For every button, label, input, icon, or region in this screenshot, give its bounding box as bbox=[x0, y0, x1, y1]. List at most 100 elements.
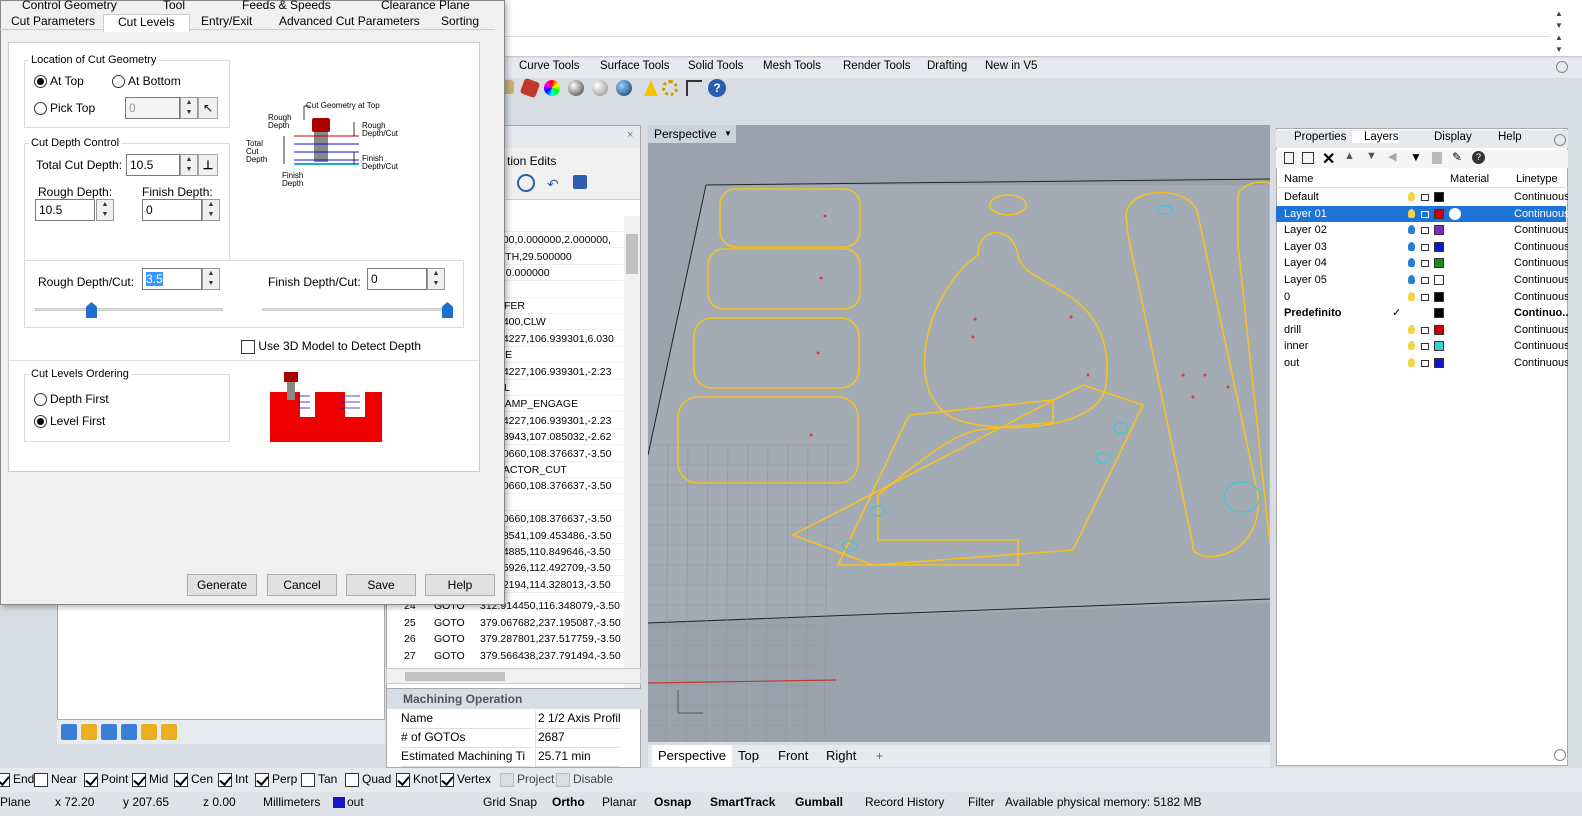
material-swatch[interactable] bbox=[1449, 207, 1461, 220]
osnap-checkbox[interactable] bbox=[345, 772, 359, 787]
ops-line[interactable]: 04227,106.939301,-2.23 bbox=[497, 413, 623, 429]
layer-row[interactable]: Layer 05 Continuous bbox=[1276, 272, 1568, 289]
status-grid-snap[interactable]: Grid Snap bbox=[483, 795, 537, 809]
osnap-checkbox[interactable] bbox=[174, 772, 188, 787]
light-icon[interactable] bbox=[644, 80, 658, 96]
status-ortho[interactable]: Ortho bbox=[552, 795, 585, 809]
bulb-icon[interactable] bbox=[1408, 225, 1415, 235]
layer-row[interactable]: 0 Continuous bbox=[1276, 289, 1568, 306]
dimension-icon[interactable] bbox=[686, 80, 702, 96]
at-bottom-radio[interactable]: At Bottom bbox=[112, 74, 181, 89]
use-3d-model-checkbox[interactable]: Use 3D Model to Detect Depth bbox=[241, 339, 421, 354]
ops-line[interactable]: 04227,106.939301,6.030 bbox=[497, 331, 623, 347]
bulb-icon[interactable] bbox=[1408, 358, 1415, 367]
toolbar-tab-new-in-v5[interactable]: New in V5 bbox=[985, 60, 1037, 77]
tab-control-geometry[interactable]: Control Geometry bbox=[22, 0, 117, 12]
chevron-down-icon[interactable]: ▼ bbox=[724, 125, 732, 143]
layer-row[interactable]: Layer 04 Continuous bbox=[1276, 255, 1568, 272]
bulb-icon[interactable] bbox=[1408, 258, 1415, 268]
pick-top-radio[interactable]: Pick Top bbox=[34, 101, 95, 116]
help-icon[interactable]: ? bbox=[1472, 151, 1485, 164]
layer-row[interactable]: out Continuous bbox=[1276, 355, 1568, 372]
toolbar-tab-mesh-tools[interactable]: Mesh Tools bbox=[763, 60, 821, 77]
toolbar-tab-surface-tools[interactable]: Surface Tools bbox=[600, 60, 669, 77]
command-input[interactable] bbox=[500, 36, 1550, 56]
delete-icon[interactable]: ✕ bbox=[1322, 149, 1335, 169]
material-icon[interactable] bbox=[519, 77, 541, 99]
lock-icon[interactable] bbox=[1421, 343, 1429, 351]
osnap-perp[interactable]: Perp bbox=[255, 772, 297, 787]
goto-row-value[interactable]: 379.287801,237.517759,-3.50 bbox=[480, 633, 622, 645]
status-osnap[interactable]: Osnap bbox=[654, 795, 691, 809]
layer-row[interactable]: Default Continuous bbox=[1276, 189, 1568, 206]
col-name[interactable]: Name bbox=[1284, 173, 1313, 185]
status-units[interactable]: Millimeters bbox=[263, 795, 320, 809]
sphere-render-icon[interactable] bbox=[568, 80, 584, 96]
osnap-point[interactable]: Point bbox=[84, 772, 128, 787]
osnap-checkbox[interactable] bbox=[34, 772, 48, 787]
osnap-checkbox[interactable] bbox=[301, 772, 315, 787]
viewport[interactable]: Perspective ▼ bbox=[648, 125, 1270, 742]
lock-icon[interactable] bbox=[1421, 326, 1429, 334]
finish-cut-slider[interactable] bbox=[262, 301, 453, 319]
help-icon[interactable]: ? bbox=[708, 79, 726, 97]
layer-color-swatch[interactable] bbox=[1434, 208, 1444, 219]
finish-depth-cut-stepper[interactable]: ▲ ▼ bbox=[427, 268, 445, 290]
tab-sorting[interactable]: Sorting bbox=[441, 14, 479, 28]
tab-tool[interactable]: Tool bbox=[163, 0, 185, 12]
layer-row[interactable]: Layer 03 Continuous bbox=[1276, 239, 1568, 256]
property-value[interactable]: 2 1/2 Axis Profil bbox=[535, 711, 620, 729]
radio-at-bottom[interactable] bbox=[112, 75, 125, 89]
layers-resize-icon[interactable] bbox=[1554, 749, 1566, 761]
layers-settings-icon[interactable] bbox=[1554, 134, 1566, 146]
osnap-cen[interactable]: Cen bbox=[174, 772, 213, 787]
rough-depth-cut-input[interactable]: 3.5 bbox=[142, 268, 202, 290]
toolbar-settings-icon[interactable] bbox=[1556, 61, 1568, 73]
status-record-history[interactable]: Record History bbox=[865, 795, 944, 809]
plugin-tool-icon[interactable] bbox=[81, 724, 97, 740]
gear-icon[interactable] bbox=[662, 80, 678, 96]
rough-depth-stepper[interactable]: ▲ ▼ bbox=[96, 199, 114, 221]
layer-linetype[interactable]: Continuous bbox=[1514, 338, 1568, 354]
level-first-radio[interactable]: Level First bbox=[34, 414, 105, 429]
plugin-tool-icon[interactable] bbox=[121, 724, 137, 740]
layer-color-swatch[interactable] bbox=[1434, 275, 1444, 285]
rough-depth-input[interactable]: 10.5 bbox=[35, 199, 95, 221]
tab-feeds-speeds[interactable]: Feeds & Speeds bbox=[242, 0, 331, 12]
ops-line[interactable]: 68541,109.453486,-3.50 bbox=[497, 528, 623, 544]
status-layer-swatch[interactable] bbox=[333, 797, 345, 808]
filter-icon[interactable]: ▼ bbox=[1410, 150, 1422, 164]
osnap-int[interactable]: Int bbox=[218, 772, 248, 787]
col-linetype[interactable]: Linetype bbox=[1516, 173, 1558, 185]
property-value[interactable]: 25.71 min bbox=[535, 749, 620, 767]
ops-line[interactable]: SFER bbox=[497, 298, 623, 314]
ops-line[interactable]: 04227,106.939301,-2.23 bbox=[497, 364, 623, 380]
ops-line[interactable]: 48943,107.085032,-2.62 bbox=[497, 429, 623, 446]
osnap-disable[interactable]: Disable bbox=[556, 772, 613, 787]
tools-icon[interactable]: ✎ bbox=[1452, 150, 1462, 164]
layer-color-swatch[interactable] bbox=[1434, 225, 1444, 236]
color-wheel-icon[interactable] bbox=[544, 80, 560, 96]
layer-color-swatch[interactable] bbox=[1434, 341, 1444, 352]
lock-icon[interactable] bbox=[1421, 227, 1429, 235]
layer-linetype[interactable]: Continuous bbox=[1514, 206, 1568, 222]
layer-linetype[interactable]: Continuous bbox=[1514, 289, 1568, 305]
layer-color-swatch[interactable] bbox=[1434, 358, 1444, 368]
ops-line[interactable]: 2400,CLW bbox=[497, 314, 623, 331]
osnap-checkbox[interactable] bbox=[396, 772, 410, 787]
panel-tab-help[interactable]: Help bbox=[1486, 131, 1522, 143]
ops-line[interactable]: GTH,29.500000 bbox=[497, 249, 623, 265]
ops-line[interactable]: 32194,114.328013,-3.50 bbox=[497, 577, 623, 593]
layer-row[interactable]: inner Continuous bbox=[1276, 338, 1568, 355]
finish-depth-stepper[interactable]: ▲ ▼ bbox=[202, 199, 220, 221]
ops-line[interactable]: GE bbox=[497, 347, 623, 364]
ops-line[interactable]: FACTOR_CUT bbox=[497, 462, 623, 478]
osnap-checkbox[interactable] bbox=[132, 772, 146, 787]
at-top-radio[interactable]: At Top bbox=[34, 74, 84, 89]
bulb-icon[interactable] bbox=[1408, 291, 1415, 301]
document-icon[interactable] bbox=[1432, 152, 1442, 164]
plugin-tool-icon[interactable] bbox=[141, 724, 157, 740]
status-gumball[interactable]: Gumball bbox=[795, 795, 843, 809]
plugin-tool-icon[interactable] bbox=[101, 724, 117, 740]
osnap-knot[interactable]: Knot bbox=[396, 772, 438, 787]
